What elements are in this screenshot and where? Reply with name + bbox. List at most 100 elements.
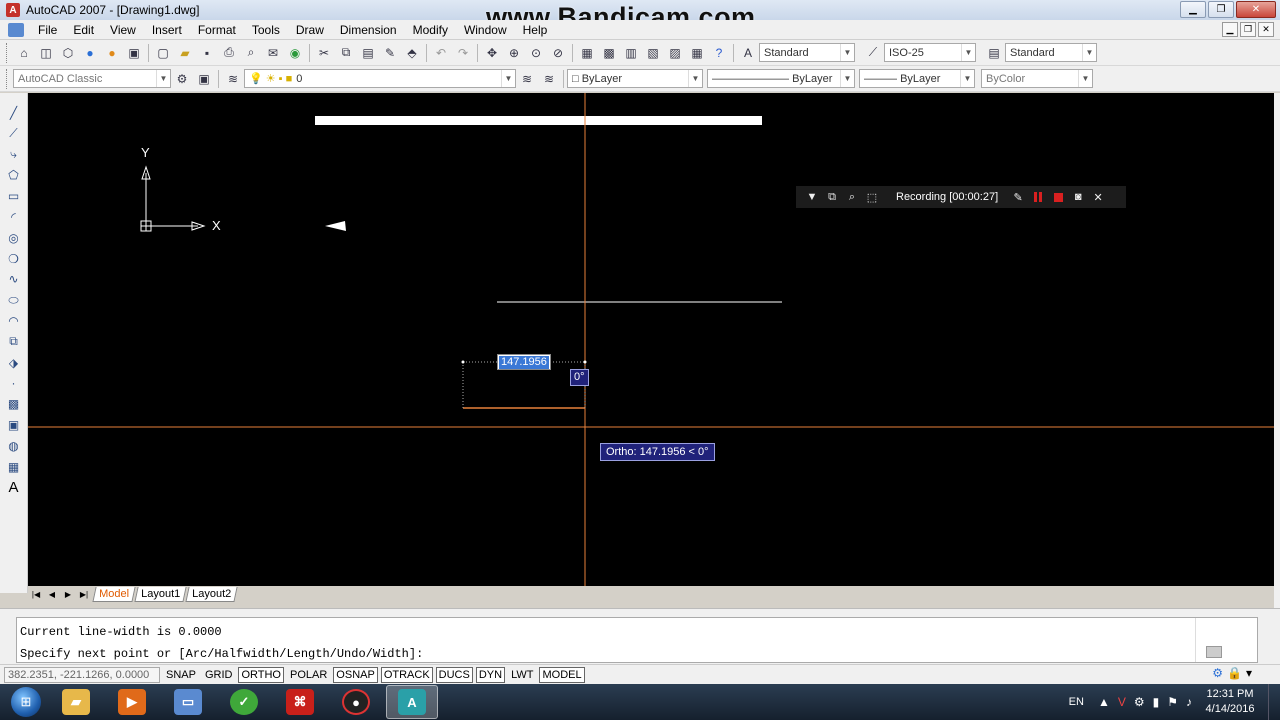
box-icon[interactable]: ◫ bbox=[36, 43, 56, 63]
tab-layout1[interactable]: Layout1 bbox=[134, 587, 187, 602]
small-arrow-object[interactable] bbox=[325, 221, 346, 231]
minimize-button[interactable]: ▁ bbox=[1180, 1, 1206, 18]
menu-view[interactable]: View bbox=[102, 23, 144, 37]
dim-style-icon[interactable]: ⟋ bbox=[863, 43, 883, 63]
status-menu-icon[interactable]: ▾ bbox=[1246, 666, 1252, 680]
layer-manager-icon[interactable]: ≋ bbox=[223, 69, 243, 89]
line-icon[interactable]: ╱ bbox=[4, 103, 24, 123]
scroll-thumb[interactable] bbox=[1206, 646, 1222, 658]
network-app-icon[interactable]: ⚙ bbox=[1134, 695, 1145, 709]
sphere-icon[interactable]: ● bbox=[80, 43, 100, 63]
model-toggle[interactable]: MODEL bbox=[539, 666, 585, 683]
table-style-select[interactable]: Standard ▼ bbox=[1005, 43, 1097, 62]
window-mode-icon[interactable]: ⧉ bbox=[822, 188, 842, 206]
revision-cloud-icon[interactable]: ❍ bbox=[4, 249, 24, 269]
region-icon[interactable]: ◍ bbox=[4, 436, 24, 456]
linetype-select[interactable]: ——————— ByLayer ▼ bbox=[707, 69, 855, 88]
menu-modify[interactable]: Modify bbox=[405, 23, 456, 37]
system-clock[interactable]: 12:31 PM 4/14/2016 bbox=[1200, 687, 1260, 717]
construction-line-icon[interactable]: ⟋ bbox=[4, 124, 24, 144]
my-workspace-icon[interactable]: ▣ bbox=[194, 69, 214, 89]
redo-icon[interactable]: ↷ bbox=[453, 43, 473, 63]
menu-file[interactable]: File bbox=[30, 23, 65, 37]
lwt-toggle[interactable]: LWT bbox=[508, 667, 536, 683]
plot-preview-icon[interactable]: ⌕ bbox=[241, 43, 261, 63]
dropdown-arrow-icon[interactable]: ▼ bbox=[802, 188, 822, 206]
layer-previous-icon[interactable]: ≋ bbox=[539, 69, 559, 89]
match-properties-icon[interactable]: ✎ bbox=[380, 43, 400, 63]
copy-icon[interactable]: ⧉ bbox=[336, 43, 356, 63]
calculator-icon[interactable]: ▦ bbox=[687, 43, 707, 63]
show-desktop-button[interactable] bbox=[1268, 684, 1280, 720]
design-center-icon[interactable]: ▩ bbox=[599, 43, 619, 63]
menu-format[interactable]: Format bbox=[190, 23, 244, 37]
magnifier-icon[interactable]: ⌕ bbox=[842, 188, 862, 206]
close-icon[interactable]: ✕ bbox=[1088, 188, 1108, 206]
workspace-icon[interactable]: ⌂ bbox=[14, 43, 34, 63]
toolbar-grip[interactable] bbox=[6, 68, 10, 89]
properties-palette-icon[interactable]: ▦ bbox=[577, 43, 597, 63]
taskbar-bandicam[interactable]: ● bbox=[330, 685, 382, 719]
zoom-realtime-icon[interactable]: ⊕ bbox=[504, 43, 524, 63]
thick-polyline[interactable] bbox=[315, 116, 762, 125]
gradient-icon[interactable]: ▣ bbox=[4, 415, 24, 435]
sheet-set-icon[interactable]: ▧ bbox=[643, 43, 663, 63]
region-select-icon[interactable]: ⬚ bbox=[862, 188, 882, 206]
ellipse-arc-icon[interactable]: ◠ bbox=[4, 311, 24, 331]
lineweight-select[interactable]: ——— ByLayer ▼ bbox=[859, 69, 975, 88]
close-button[interactable]: ✕ bbox=[1236, 1, 1276, 18]
wedge-icon[interactable]: ⬡ bbox=[58, 43, 78, 63]
tool-palettes-icon[interactable]: ▥ bbox=[621, 43, 641, 63]
paste-icon[interactable]: ▤ bbox=[358, 43, 378, 63]
ducs-toggle[interactable]: DUCS bbox=[435, 666, 473, 683]
coordinate-readout[interactable]: 382.2351, -221.1266, 0.0000 bbox=[4, 666, 160, 683]
tab-layout2[interactable]: Layout2 bbox=[185, 587, 238, 602]
menu-insert[interactable]: Insert bbox=[144, 23, 190, 37]
save-icon[interactable]: ▪ bbox=[197, 43, 217, 63]
table-icon[interactable]: ▦ bbox=[4, 457, 24, 477]
polyline-icon[interactable]: ⤷ bbox=[4, 145, 24, 165]
make-object-layer-current-icon[interactable]: ≋ bbox=[517, 69, 537, 89]
workspace-settings-icon[interactable]: ⚙ bbox=[172, 69, 192, 89]
markup-icon[interactable]: ▨ bbox=[665, 43, 685, 63]
menu-draw[interactable]: Draw bbox=[288, 23, 332, 37]
last-tab-icon[interactable]: ▶| bbox=[76, 588, 92, 602]
block-editor-icon[interactable]: ⬘ bbox=[402, 43, 422, 63]
drawing-restore-button[interactable]: ❐ bbox=[1240, 22, 1256, 37]
pan-icon[interactable]: ✥ bbox=[482, 43, 502, 63]
osnap-toggle[interactable]: OSNAP bbox=[333, 666, 378, 683]
drawing-minimize-button[interactable]: ▁ bbox=[1222, 22, 1238, 37]
make-block-icon[interactable]: ⬗ bbox=[4, 353, 24, 373]
taskbar-computer[interactable]: ▭ bbox=[162, 685, 214, 719]
workspace-select[interactable]: AutoCAD Classic ▼ bbox=[13, 69, 171, 88]
taskbar-media-player[interactable]: ▶ bbox=[106, 685, 158, 719]
dyn-toggle[interactable]: DYN bbox=[475, 666, 506, 683]
drawing-canvas[interactable]: Y X 147.1956 0° Ortho: 147.1956 < 0° bbox=[28, 93, 1274, 586]
command-scrollbar[interactable] bbox=[1195, 618, 1257, 662]
volume-icon[interactable]: ♪ bbox=[1186, 695, 1192, 709]
restore-button[interactable]: ❐ bbox=[1208, 1, 1234, 18]
help-icon[interactable]: ? bbox=[709, 43, 729, 63]
color-select[interactable]: □ ByLayer ▼ bbox=[567, 69, 703, 88]
antivirus-icon[interactable]: V bbox=[1118, 695, 1126, 709]
taskbar-explorer[interactable]: ▰ bbox=[50, 685, 102, 719]
properties-icon[interactable]: ▣ bbox=[124, 43, 144, 63]
camera-icon[interactable]: ◙ bbox=[1068, 188, 1088, 206]
text-style-icon[interactable]: A bbox=[738, 43, 758, 63]
plotstyle-select[interactable]: ByColor ▼ bbox=[981, 69, 1093, 88]
lock-icon[interactable]: 🔒 bbox=[1227, 666, 1242, 680]
hatch-icon[interactable]: ▩ bbox=[4, 394, 24, 414]
ortho-toggle[interactable]: ORTHO bbox=[238, 666, 284, 683]
menu-dimension[interactable]: Dimension bbox=[332, 23, 405, 37]
rectangle-icon[interactable]: ▭ bbox=[4, 186, 24, 206]
print-icon[interactable]: ⎙ bbox=[219, 43, 239, 63]
first-tab-icon[interactable]: |◀ bbox=[28, 588, 44, 602]
network-icon[interactable]: ▮ bbox=[1153, 695, 1160, 709]
toolbar-grip[interactable] bbox=[6, 42, 10, 63]
multiline-text-icon[interactable]: A bbox=[4, 477, 24, 497]
cut-icon[interactable]: ✂ bbox=[314, 43, 334, 63]
polygon-icon[interactable]: ⬠ bbox=[4, 165, 24, 185]
new-file-icon[interactable]: ▢ bbox=[153, 43, 173, 63]
next-tab-icon[interactable]: ▶ bbox=[60, 588, 76, 602]
document-icon[interactable] bbox=[8, 22, 24, 37]
